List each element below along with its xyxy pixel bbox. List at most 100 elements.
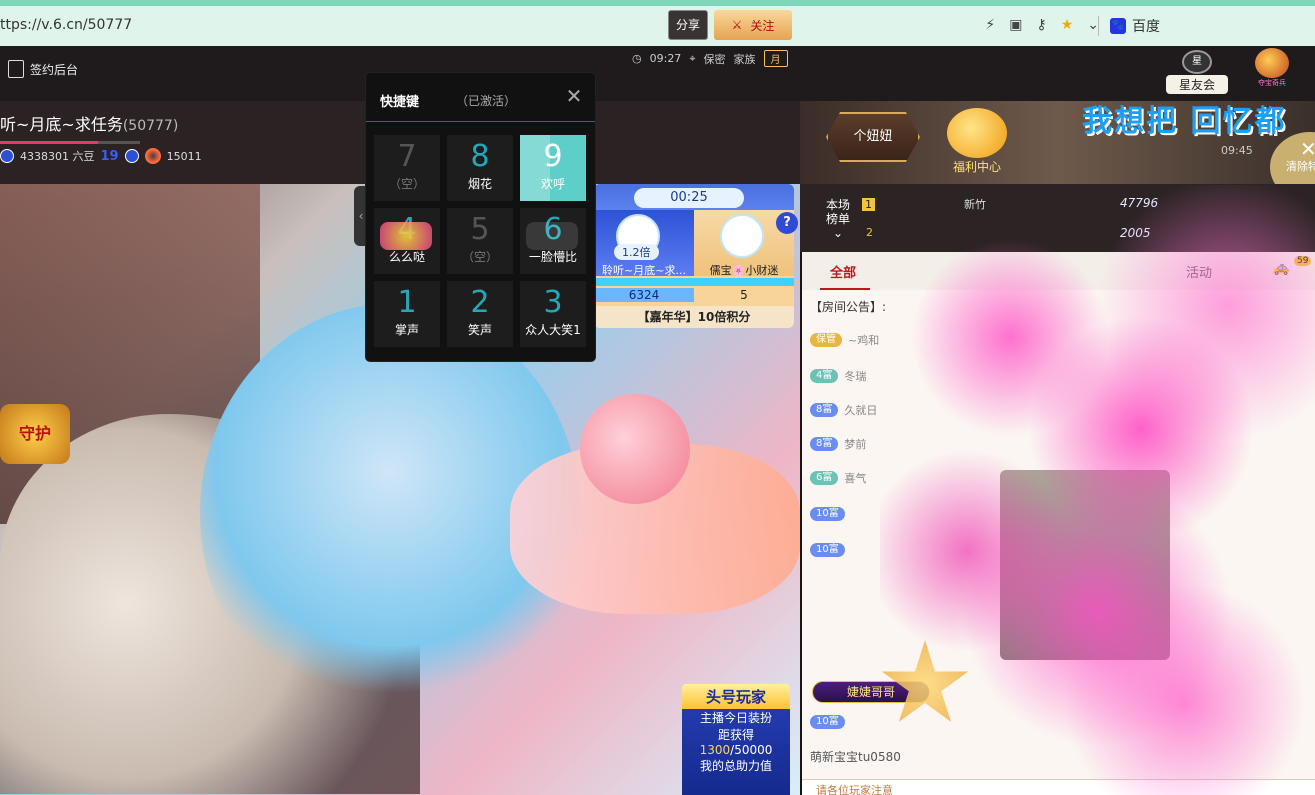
room-notice: 【房间公告】: bbox=[810, 300, 887, 314]
follow-button[interactable]: ⚔ 关注 bbox=[714, 10, 792, 40]
heat-value: 15011 bbox=[166, 149, 202, 163]
rank-user-1: 新竹 bbox=[964, 198, 986, 211]
pk-left-name: 聆听~月底~求... bbox=[602, 264, 686, 277]
treasure-label: 夺宝奇兵 bbox=[1258, 79, 1286, 87]
tab-activity[interactable]: 活动 bbox=[1186, 262, 1212, 281]
treasure-hunt-button[interactable]: 夺宝奇兵 bbox=[1250, 46, 1294, 90]
welfare-label: 福利中心 bbox=[952, 160, 1001, 174]
heart-balloon-animation bbox=[580, 394, 690, 504]
chat-message[interactable]: 8富 久就日 bbox=[810, 402, 877, 418]
close-icon[interactable]: ✕ bbox=[565, 86, 583, 106]
rank-board[interactable] bbox=[800, 184, 1315, 252]
pk-battle-panel[interactable]: 00:25 1.2倍 聆听~月底~求... 儒宝🌸小财迷 6324 5 【嘉年华… bbox=[594, 184, 794, 328]
shortcut-key-8[interactable]: 8 烟花 bbox=[447, 135, 513, 201]
pk-timer: 00:25 bbox=[634, 188, 744, 208]
chevron-down-icon: ⌄ bbox=[832, 226, 844, 240]
chat-message[interactable]: 10富 bbox=[810, 542, 851, 558]
gift-coin-icon bbox=[947, 108, 1007, 158]
right-time: 09:45 bbox=[1221, 144, 1253, 157]
rank-number-2: 2 bbox=[866, 226, 873, 239]
welfare-center-button[interactable]: 福利中心 bbox=[940, 108, 1014, 176]
pk-right-avatar[interactable] bbox=[720, 214, 764, 258]
toolbar-divider bbox=[1098, 16, 1099, 36]
pk-left-score: 6324 bbox=[594, 288, 694, 302]
chat-message[interactable]: 10富 bbox=[810, 714, 845, 730]
bookmark-label: 百度 bbox=[1132, 19, 1160, 35]
shortcut-key-2[interactable]: 2 笑声 bbox=[447, 281, 513, 347]
contract-label: 签约后台 bbox=[30, 62, 79, 77]
top-player-progress: 1300/50000 bbox=[699, 743, 773, 757]
level-icon bbox=[124, 149, 139, 163]
niuniu-badge[interactable]: 个妞妞 bbox=[826, 112, 920, 162]
car-count: 59 bbox=[1294, 256, 1312, 266]
shortcut-panel: 快捷键 （已激活） ✕ 7（空） 8烟花 9欢呼 4么么哒 5（空） 6一脸懵比… bbox=[366, 73, 595, 361]
document-icon bbox=[8, 60, 24, 78]
rank-label[interactable]: 本场 榜单 ⌄ bbox=[826, 198, 850, 240]
top-player-widget[interactable]: 头号玩家 主播今日装扮 距获得 1300/50000 我的总助力值 bbox=[682, 684, 790, 795]
chat-message[interactable]: 4富 冬瑞 bbox=[810, 368, 866, 384]
rank-score-2: 2005 bbox=[1120, 226, 1151, 240]
star-club-label: 星友会 bbox=[1166, 75, 1228, 94]
kiss-gift-icon bbox=[380, 222, 432, 250]
baidu-paw-icon: 🐾 bbox=[1110, 18, 1126, 34]
browser-actions: ⚡ ▣ ⚷ ★ ⌄ bbox=[985, 17, 1099, 33]
shortcut-key-5[interactable]: 5 （空） bbox=[447, 208, 513, 274]
room-stats: 4338301 六豆 19 15011 bbox=[0, 148, 202, 164]
close-icon: ✕ bbox=[1300, 137, 1315, 161]
contract-backend-link[interactable]: 签约后台 bbox=[8, 60, 78, 78]
lightning-icon[interactable]: ⚡ bbox=[985, 17, 995, 33]
chat-message[interactable]: 8富 梦前 bbox=[810, 436, 866, 452]
shortcut-grid: 7（空） 8烟花 9欢呼 4么么哒 5（空） 6一脸懵比 1掌声 2笑声 3众人… bbox=[374, 135, 588, 349]
bean-icon bbox=[0, 149, 14, 163]
shortcut-key-6[interactable]: 6 一脸懵比 bbox=[520, 208, 586, 274]
top-player-line2: 距获得 bbox=[717, 728, 754, 742]
bookmark-star-icon[interactable]: ★ bbox=[1061, 17, 1074, 33]
tab-all[interactable]: 全部 bbox=[830, 262, 856, 281]
clear-label: 清除特 bbox=[1286, 160, 1315, 173]
chat-message[interactable]: 6富 喜气 bbox=[810, 470, 866, 486]
chat-message[interactable]: 保管 ~鸡和 bbox=[810, 332, 879, 348]
star-club-button[interactable]: 星 星友会 bbox=[1166, 50, 1228, 94]
anchor-level: 19 bbox=[100, 148, 119, 164]
heat-icon bbox=[144, 148, 161, 164]
qr-icon[interactable]: ▣ bbox=[1009, 17, 1022, 33]
tab-underline bbox=[820, 288, 870, 290]
shortcut-key-9[interactable]: 9 欢呼 bbox=[520, 135, 586, 201]
car-icon[interactable]: 🚕 bbox=[1272, 260, 1289, 276]
shortcut-key-3[interactable]: 3 众人大笑1 bbox=[520, 281, 586, 347]
pk-score-bar bbox=[594, 278, 794, 286]
star-club-logo-icon: 星 bbox=[1182, 50, 1212, 74]
follow-label: 关注 bbox=[750, 18, 775, 33]
pk-help-icon[interactable]: ? bbox=[776, 212, 798, 234]
shortcut-title: 快捷键 bbox=[380, 95, 420, 110]
address-bar[interactable]: ttps://v.6.cn/50777 bbox=[0, 17, 132, 33]
room-name: 听~月底~求任务 bbox=[0, 115, 123, 134]
location-icon: ⌖ bbox=[689, 51, 696, 65]
chat-message[interactable]: 10富 bbox=[810, 506, 851, 522]
family-badge[interactable]: 月 bbox=[763, 50, 788, 67]
scrolling-banner-text: 我想把 回忆都 bbox=[1082, 104, 1287, 139]
chat-tabs: 全部 活动 🚕 59 bbox=[802, 252, 1315, 290]
guard-badge[interactable]: 守护 bbox=[0, 404, 70, 464]
pk-multiplier: 1.2倍 bbox=[614, 244, 659, 260]
follow-icon: ⚔ bbox=[731, 18, 743, 32]
shortcut-key-7[interactable]: 7 （空） bbox=[374, 135, 440, 201]
shortcut-key-1[interactable]: 1 掌声 bbox=[374, 281, 440, 347]
pk-footer: 【嘉年华】10倍积分 bbox=[594, 306, 794, 328]
shortcut-key-4[interactable]: 4么么哒 bbox=[374, 208, 440, 274]
confused-gift-icon bbox=[526, 222, 578, 250]
bookmark-baidu[interactable]: 🐾 百度 bbox=[1110, 16, 1160, 36]
chat-bottom-user[interactable]: 萌新宝宝tu0580 bbox=[810, 748, 901, 765]
top-player-line1: 主播今日装扮 bbox=[699, 711, 772, 725]
treasure-icon bbox=[1255, 48, 1289, 78]
rank-number-1: 1 bbox=[862, 198, 875, 211]
key-icon[interactable]: ⚷ bbox=[1036, 17, 1046, 33]
chat-bottom-notice: 请各位玩家注意 bbox=[802, 779, 1315, 795]
room-time: 09:27 bbox=[649, 52, 682, 65]
gift-scene-animation bbox=[1000, 470, 1170, 660]
shortcut-status: （已激活） bbox=[456, 94, 517, 108]
clock-icon: ◷ bbox=[632, 52, 642, 65]
share-button[interactable]: 分享 bbox=[668, 10, 708, 40]
room-id: (50777) bbox=[122, 118, 179, 134]
top-player-title: 头号玩家 bbox=[682, 684, 790, 709]
